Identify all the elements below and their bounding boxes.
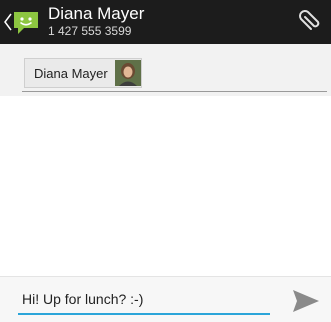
contact-photo-icon [115,60,141,86]
send-icon[interactable] [292,289,320,313]
action-bar: Diana Mayer 1 427 555 3599 [0,0,331,44]
recipient-chip[interactable]: Diana Mayer [24,58,142,88]
contact-avatar [115,60,141,86]
message-input[interactable] [18,285,270,315]
recipient-chip-label: Diana Mayer [34,66,108,81]
chevron-left-icon[interactable] [4,13,12,31]
contact-name: Diana Mayer [48,4,145,23]
paperclip-icon[interactable] [296,8,324,36]
conversation-area [0,96,331,276]
contact-phone: 1 427 555 3599 [48,24,132,38]
messages-app-icon[interactable] [12,8,40,36]
compose-bar [0,276,331,322]
recipient-field-underline [22,91,327,92]
